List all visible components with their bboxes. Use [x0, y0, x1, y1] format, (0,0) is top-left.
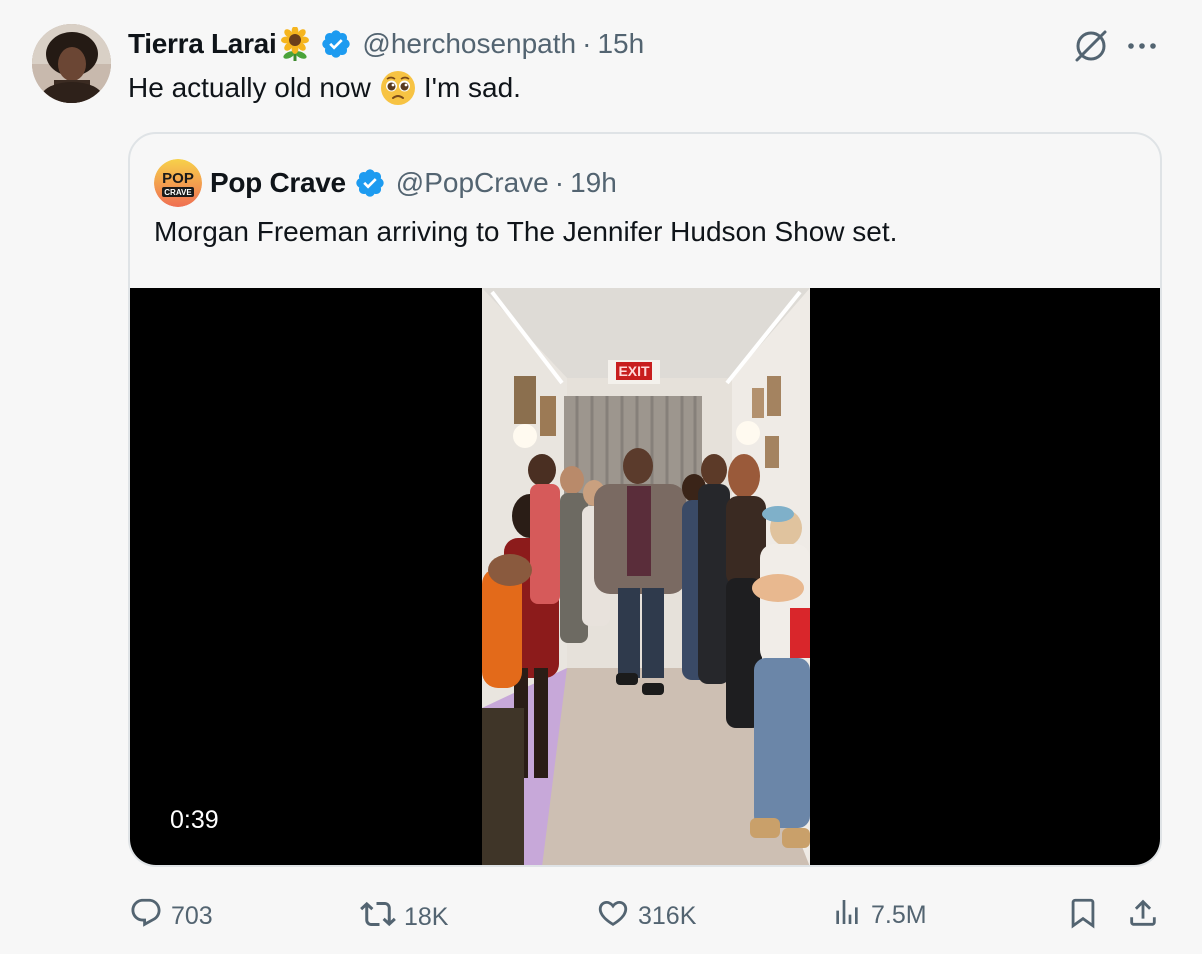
author-handle[interactable]: @herchosenpath [362, 28, 576, 60]
quoted-post-header: POP CRAVE Pop Crave @PopCrave · 19h [154, 158, 617, 208]
avatar[interactable] [32, 24, 111, 103]
quoted-post-time[interactable]: 19h [570, 167, 617, 199]
separator: · [582, 28, 592, 59]
separator: · [554, 167, 565, 198]
post-header: Tierra Larai @herchosenpath · 15h [128, 26, 644, 62]
exit-sign: EXIT [618, 363, 650, 379]
views-icon [831, 896, 863, 935]
post-text: He actually old now I'm sad. [128, 70, 521, 106]
reply-count: 703 [171, 902, 213, 930]
share-icon [1126, 896, 1160, 937]
pop-crave-logo-top: POP [162, 170, 194, 187]
video-player[interactable]: EXIT 0:39 [130, 288, 1160, 865]
reply-icon [129, 896, 163, 937]
repost-button[interactable]: 18K [360, 896, 448, 939]
share-button[interactable] [1126, 896, 1160, 937]
repost-count: 18K [404, 903, 449, 931]
bookmark-icon [1066, 896, 1100, 937]
pop-crave-logo[interactable]: POP CRAVE [154, 159, 202, 207]
verified-badge-icon[interactable] [320, 28, 352, 60]
quoted-post-text: Morgan Freeman arriving to The Jennifer … [154, 216, 898, 247]
post-text-part-2: I'm sad. [423, 72, 521, 103]
like-count: 316K [638, 902, 697, 930]
verified-badge-icon[interactable] [354, 167, 386, 199]
bookmark-button[interactable] [1066, 896, 1100, 937]
author-display-name[interactable]: Tierra Larai [128, 28, 277, 60]
like-icon [596, 896, 630, 937]
video-duration: 0:39 [170, 806, 219, 834]
pop-crave-logo-bottom: CRAVE [164, 188, 192, 197]
avatar-image [32, 24, 111, 103]
views-count: 7.5M [871, 901, 927, 929]
repost-icon [360, 896, 396, 939]
quoted-author-display-name[interactable]: Pop Crave [210, 167, 346, 199]
views-button[interactable]: 7.5M [831, 896, 927, 935]
like-button[interactable]: 316K [596, 896, 696, 937]
sunflower-icon [278, 27, 312, 61]
post-time[interactable]: 15h [597, 28, 644, 60]
grok-icon[interactable] [1072, 27, 1110, 70]
post-text-part-1: He actually old now [128, 72, 371, 103]
more-icon[interactable] [1126, 38, 1158, 56]
quoted-post-card[interactable]: POP CRAVE Pop Crave @PopCrave · 19h Morg… [128, 132, 1162, 867]
video-frame: EXIT [482, 288, 810, 865]
action-bar: 703 18K 316K 7.5M [0, 890, 1202, 940]
reply-button[interactable]: 703 [129, 896, 213, 937]
pleading-face-icon [380, 70, 416, 106]
quoted-author-handle[interactable]: @PopCrave [396, 167, 549, 199]
